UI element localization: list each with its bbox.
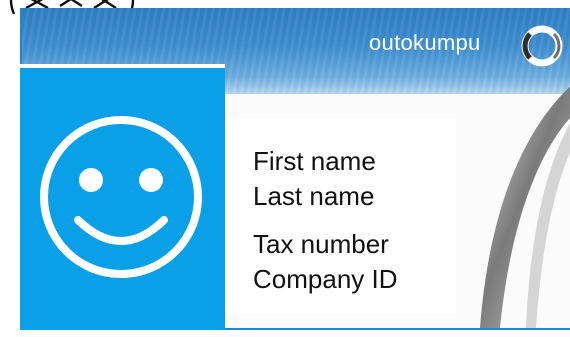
company-id-text: Company ID — [253, 264, 398, 294]
first-name-text: First name — [253, 146, 376, 176]
outokumpu-ring-icon — [521, 25, 563, 67]
holder-info-panel: First name Last name Tax number Company … — [226, 118, 456, 314]
tax-number-text: Tax number — [253, 229, 389, 259]
brand-name: outokumpu — [369, 30, 481, 55]
photo-placeholder — [20, 64, 225, 330]
decorative-swoosh — [480, 86, 570, 328]
screenshot-canvas: outokumpu First name Last name Tax numbe… — [0, 0, 570, 337]
last-name-text: Last name — [253, 181, 375, 211]
smiley-face-icon — [40, 116, 202, 278]
